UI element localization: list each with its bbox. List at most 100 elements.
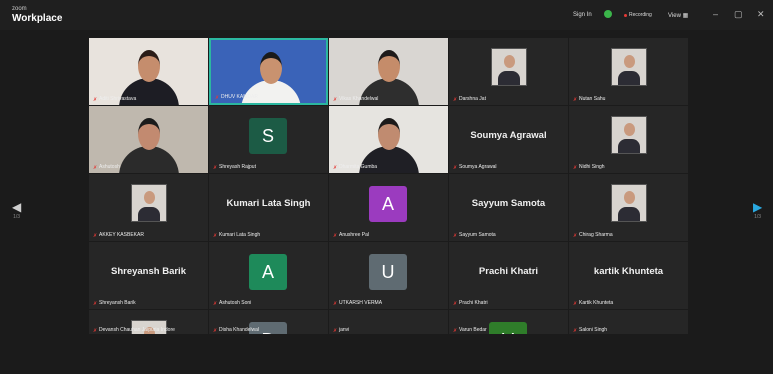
participant-name-label: ✗ AKKEY KASBEKAR xyxy=(93,232,144,239)
avatar-letter: U xyxy=(369,254,407,290)
participant-name-text: Kartik Khunteta xyxy=(579,300,614,306)
participant-tile[interactable]: ✗ Devansh Chauhan Jaipuria Indore xyxy=(89,310,208,334)
participant-name-label: ✗ Soumya Agrawal xyxy=(453,164,497,171)
app-logo: zoom Workplace xyxy=(12,6,63,24)
participant-name-label: ✗ Nutan Sahu xyxy=(573,96,606,103)
participant-tile[interactable]: kartik Khunteta ✗ Kartik Khunteta xyxy=(569,242,688,309)
participant-name-label: ✗ Saloni Singh xyxy=(573,327,608,334)
security-shield-icon[interactable] xyxy=(604,10,612,18)
participant-tile[interactable]: janvi✗janvi xyxy=(329,310,448,334)
mic-muted-icon: ✗ xyxy=(213,232,218,239)
participant-tile[interactable]: ✗ Nutan Sahu xyxy=(569,38,688,105)
participant-name-text: Darshna Jat xyxy=(459,96,486,102)
participant-name-label: ✗ Kumari Lata Singh xyxy=(213,232,261,239)
view-button[interactable]: View ▦ xyxy=(668,12,688,19)
next-page-button[interactable]: ▶ 1/3 xyxy=(753,200,762,220)
participant-name-text: Kumari Lata Singh xyxy=(219,232,261,238)
participant-name-label: ✗ Devansh Chauhan Jaipuria Indore xyxy=(93,327,175,334)
mic-muted-icon: ✗ xyxy=(215,94,220,101)
participant-tile[interactable]: ✗ Ashutosh xyxy=(89,106,208,173)
participant-tile[interactable]: U ✗ UTKARSH VERMA xyxy=(329,242,448,309)
participant-display-name: Prachi Khatri xyxy=(478,266,539,277)
maximize-button[interactable]: ▢ xyxy=(734,9,743,19)
participant-tile[interactable]: S ✗ Shreyash Rajput xyxy=(209,106,328,173)
mic-muted-icon: ✗ xyxy=(573,164,578,171)
participant-name-label: ✗ Sayyum Samota xyxy=(453,232,496,239)
recording-dot-icon xyxy=(624,14,627,17)
participant-tile[interactable]: Prachi Khatri ✗ Prachi Khatri xyxy=(449,242,568,309)
participant-video xyxy=(378,50,400,82)
participant-name-label: ✗ Nidhi Singh xyxy=(573,164,605,171)
mic-muted-icon: ✗ xyxy=(573,96,578,103)
participant-name-text: Disha Khandelwal xyxy=(219,327,260,333)
recording-indicator[interactable]: Recording xyxy=(629,12,652,18)
participant-tile[interactable]: D✗Disha Khandelwal xyxy=(209,310,328,334)
participant-tile[interactable]: ✗ AKKEY KASBEKAR xyxy=(89,174,208,241)
participant-name-label: ✗ Ashutosh xyxy=(93,164,120,171)
participant-tile[interactable]: ✗ DHUV KAMDAR xyxy=(209,38,328,105)
participant-display-name: Shreyansh Barik xyxy=(111,266,186,277)
mic-muted-icon: ✗ xyxy=(213,164,218,171)
mic-muted-icon: ✗ xyxy=(333,164,338,171)
participant-tile[interactable]: Kumari Lata Singh ✗ Kumari Lata Singh xyxy=(209,174,328,241)
mic-muted-icon: ✗ xyxy=(93,96,98,103)
participant-tile[interactable]: A ✗ Ashutosh Soni xyxy=(209,242,328,309)
mic-muted-icon: ✗ xyxy=(453,327,458,334)
participant-name-text: Nutan Sahu xyxy=(579,96,606,102)
participant-name-text: Saloni Singh xyxy=(579,327,608,333)
participant-tile[interactable]: Saloni Singh✗Saloni Singh xyxy=(569,310,688,334)
participant-tile[interactable]: V✗Varun Bedar xyxy=(449,310,568,334)
participant-name-text: Ashutosh xyxy=(99,164,120,170)
minimize-button[interactable]: – xyxy=(713,9,718,19)
profile-picture xyxy=(611,184,647,222)
profile-picture xyxy=(131,184,167,222)
participant-tile[interactable]: Soumya Agrawal ✗ Soumya Agrawal xyxy=(449,106,568,173)
participant-name-text: Aditi Shrivastava xyxy=(99,96,137,102)
participant-tile[interactable]: Sayyum Samota ✗ Sayyum Samota xyxy=(449,174,568,241)
profile-picture xyxy=(611,116,647,154)
mic-muted-icon: ✗ xyxy=(453,96,458,103)
participant-tile[interactable]: ✗ Vikas Khandelwal xyxy=(329,38,448,105)
participant-tile[interactable]: ✗ Nidhi Singh xyxy=(569,106,688,173)
participant-tile[interactable]: ✗ Dharmita Gumba xyxy=(329,106,448,173)
mic-muted-icon: ✗ xyxy=(453,300,458,307)
participant-tile[interactable]: Shreyansh Barik ✗ Shreyansh Barik xyxy=(89,242,208,309)
participant-tile[interactable]: ✗ Darshna Jat xyxy=(449,38,568,105)
participant-tile[interactable]: ✗ Aditi Shrivastava xyxy=(89,38,208,105)
participant-tile[interactable]: A ✗ Anushree Pal xyxy=(329,174,448,241)
participant-name-text: Soumya Agrawal xyxy=(459,164,497,170)
mic-muted-icon: ✗ xyxy=(333,232,338,239)
arrow-right-icon: ▶ xyxy=(753,200,763,214)
close-button[interactable]: ✕ xyxy=(757,9,765,19)
participant-display-name: Kumari Lata Singh xyxy=(226,198,311,209)
participant-name-text: DHUV KAMDAR xyxy=(221,94,258,100)
participant-name-text: AKKEY KASBEKAR xyxy=(99,232,144,238)
participant-name-text: Nidhi Singh xyxy=(579,164,605,170)
participant-name-label: ✗ DHUV KAMDAR xyxy=(215,94,258,101)
avatar-letter: S xyxy=(249,118,287,154)
participant-name-label: ✗ Varun Bedar xyxy=(453,327,487,334)
participant-name-label: ✗ Dharmita Gumba xyxy=(333,164,377,171)
sign-in-button[interactable]: Sign In xyxy=(573,12,592,18)
participant-video xyxy=(138,118,160,150)
participant-name-text: Prachi Khatri xyxy=(459,300,488,306)
profile-picture xyxy=(491,48,527,86)
mic-muted-icon: ✗ xyxy=(573,327,578,334)
participant-tile[interactable]: ✗ Chirag Sharma xyxy=(569,174,688,241)
title-bar: zoom Workplace Sign In Recording View ▦ … xyxy=(0,0,773,30)
participant-video xyxy=(260,52,282,84)
arrow-left-icon: ◀ xyxy=(12,200,22,214)
participant-name-label: ✗ Vikas Khandelwal xyxy=(333,96,378,103)
mic-muted-icon: ✗ xyxy=(453,232,458,239)
participant-name-label: ✗ janvi xyxy=(333,327,349,334)
grid-icon: ▦ xyxy=(682,13,689,19)
participant-name-label: ✗ Aditi Shrivastava xyxy=(93,96,137,103)
participant-name-label: ✗ Shreyansh Barik xyxy=(93,300,136,307)
participant-display-name: Soumya Agrawal xyxy=(470,130,547,141)
participant-name-text: Sayyum Samota xyxy=(459,232,496,238)
participant-name-label: ✗ Darshna Jat xyxy=(453,96,486,103)
participant-name-text: Shreyash Rajput xyxy=(219,164,256,170)
previous-page-button[interactable]: ◀ 1/3 xyxy=(12,200,21,220)
participant-display-name: Sayyum Samota xyxy=(471,198,546,209)
mic-muted-icon: ✗ xyxy=(333,327,338,334)
